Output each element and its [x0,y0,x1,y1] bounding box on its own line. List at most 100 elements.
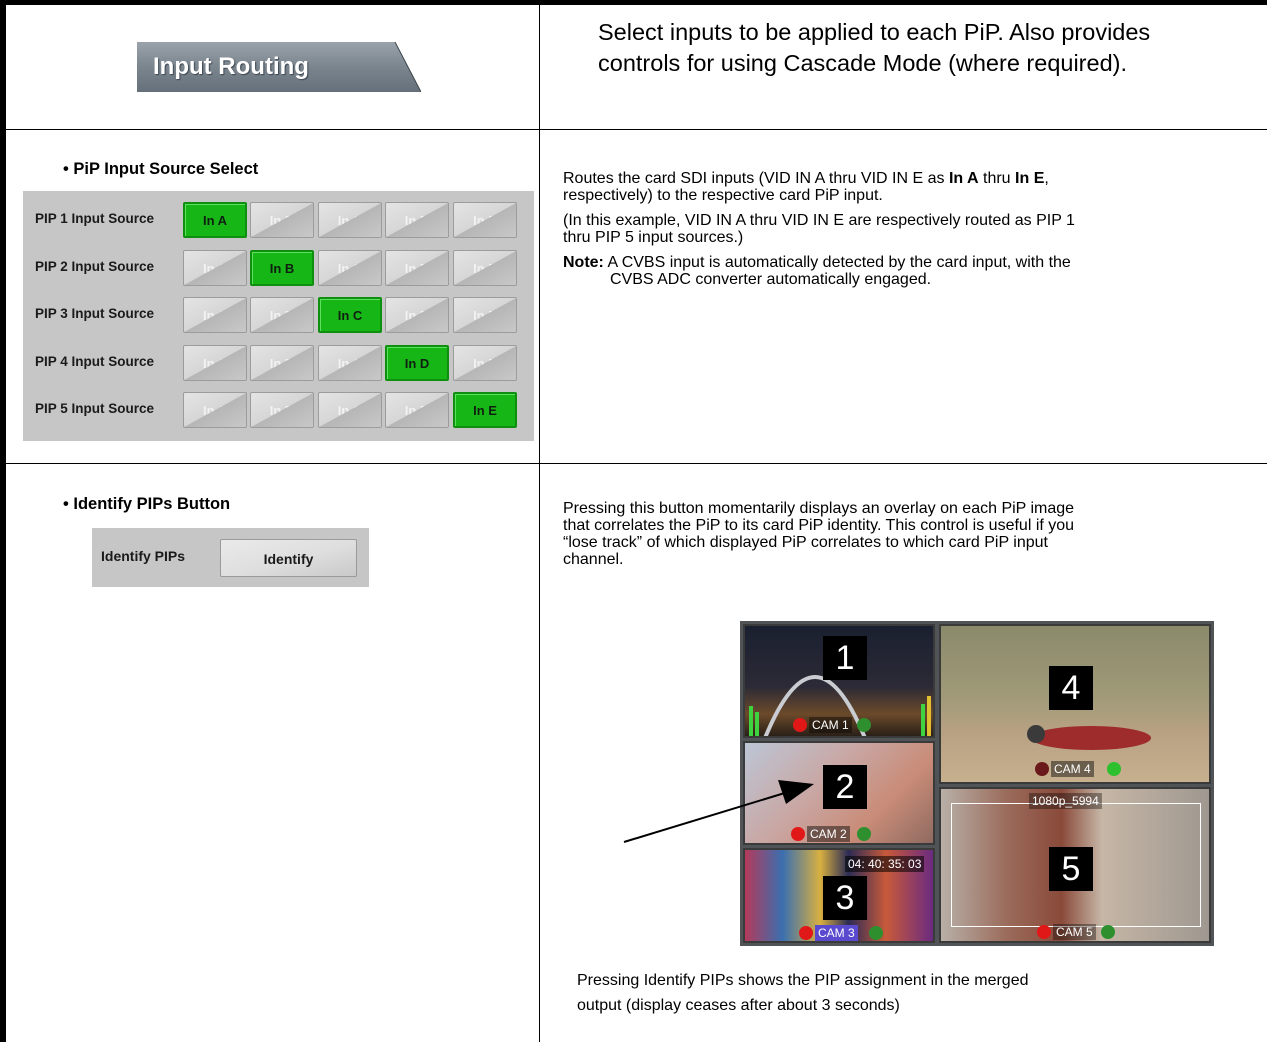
pip-3-source-in-e-button[interactable]: In E [453,297,517,333]
tally-green-icon [857,827,871,841]
button-shade [454,203,516,237]
column-divider [539,0,540,1042]
pip-row-2: PIP 2 Input Source In A In B In CIn DIn E [23,245,534,291]
pip-2-source-in-d-button[interactable]: In D [385,249,449,286]
pip-5-source-in-d-button[interactable]: In D [385,392,449,428]
identify-description: Pressing this button momentarily display… [563,500,1075,568]
pip-4-source-in-e-button[interactable]: In E [453,344,517,381]
identify-section-heading: • Identify PIPs Button [63,495,231,513]
pip-row-5: PIP 5 Input Source In AIn BIn CIn D In E [23,387,534,433]
pip-1-source-in-d-button[interactable]: In D [385,202,449,238]
header-description: Select inputs to be applied to each PiP.… [598,19,1151,76]
pip-tile-3: 04: 40: 35: 03 3 CAM 3 [743,848,935,943]
tally-green-icon [1101,925,1115,939]
pip-2-source-in-a-button[interactable]: In A [183,249,247,286]
table-left-border [0,0,6,1042]
pip-row-label: PIP 2 Input Source [35,258,155,274]
source-option-label: In E [473,403,497,418]
tally-green-icon [1107,762,1121,776]
pip-1-source-in-a-button[interactable]: In A [183,202,247,238]
pip-row-1: PIP 1 Input Source In A In BIn CIn DIn E [23,197,534,243]
row-divider [0,463,1267,464]
timecode: 04: 40: 35: 03 [845,856,925,872]
identify-panel: Identify PIPs Identify [92,528,369,587]
pip-2-source-in-b-button[interactable]: In B [250,249,314,286]
identify-label: Identify PIPs [101,548,186,564]
input-routing-tab[interactable]: Input Routing [137,42,421,92]
pip-description: Routes the card SDI inputs (VID IN A thr… [563,170,1075,288]
pip-input-panel: PIP 1 Input SourceIn AIn BIn CIn DIn EPI… [23,191,534,441]
pip-number: 1 [823,636,867,680]
button-shade [184,345,246,380]
pip-5-source-in-a-button[interactable]: In A [183,392,247,428]
image-caption: Pressing Identify PIPs shows the PIP ass… [577,972,1029,1014]
pip-row-label: PIP 4 Input Source [35,353,155,369]
pip-5-source-in-e-button[interactable]: In E [453,392,517,428]
pip-tile-4: 4 CAM 4 [939,624,1211,784]
source-option-label: In D [404,355,430,371]
button-shade [251,345,313,380]
tally-green-icon [869,926,883,940]
row-divider [0,129,1267,130]
button-shade [184,250,246,285]
pip-tile-1: 1 CAM 1 [743,624,935,738]
callout-arrow-icon [623,780,814,843]
tally-green-icon [857,718,871,732]
pip-5-source-in-c-button[interactable]: In C [318,392,382,428]
tally-red-icon [799,926,813,940]
button-shade [454,298,516,332]
pip-3-source-in-c-button[interactable]: In C [318,297,382,333]
pip-number: 5 [1049,847,1093,891]
tab-label: Input Routing [153,53,309,80]
format-label: 1080p_5994 [1029,793,1102,809]
pip-3-source-in-b-button[interactable]: In B [250,297,314,333]
pip-4-source-in-c-button[interactable]: In C [318,344,382,381]
button-shade [184,298,246,332]
button-shade [454,250,516,285]
cam-label: CAM 3 [815,925,858,941]
pip-1-source-in-c-button[interactable]: In C [318,202,382,238]
button-shade [319,345,381,380]
pip-row-3: PIP 3 Input Source In AIn B In C In DIn E [23,292,534,338]
button-shade [319,250,381,285]
pip-section-heading: • PiP Input Source Select [63,160,259,178]
button-shade [184,393,246,427]
pip-4-source-in-b-button[interactable]: In B [250,344,314,381]
pip-3-source-in-a-button[interactable]: In A [183,297,247,333]
pip-number: 4 [1049,666,1093,710]
button-shade [319,203,381,237]
pip-row-4: PIP 4 Input Source In AIn BIn C In D In E [23,340,534,386]
cam-label: CAM 4 [1051,761,1094,777]
pip-row-label: PIP 3 Input Source [35,306,155,321]
pip-number: 2 [823,765,867,809]
table-top-border [0,0,1267,5]
pip-4-source-in-d-button[interactable]: In D [385,344,449,381]
button-shade [251,298,313,332]
pip-1-source-in-b-button[interactable]: In B [250,202,314,238]
pip-2-source-in-c-button[interactable]: In C [318,249,382,286]
note-label: Note: [563,254,604,271]
pip-row-label: PIP 1 Input Source [35,211,155,226]
pip-2-source-in-e-button[interactable]: In E [453,249,517,286]
pip-number: 3 [823,876,867,920]
pip-1-source-in-e-button[interactable]: In E [453,202,517,238]
button-shade [251,203,313,237]
tally-red-icon [1037,925,1051,939]
cam-label: CAM 1 [809,717,852,733]
pip-5-source-in-b-button[interactable]: In B [250,392,314,428]
source-option-label: In B [269,260,295,276]
button-shade [251,393,313,427]
pip-3-source-in-d-button[interactable]: In D [385,297,449,333]
button-shade [386,298,448,332]
identify-button[interactable]: Identify [220,539,357,577]
source-option-label: In C [337,308,363,323]
pip-tile-5: 1080p_5994 5 CAM 5 [939,787,1211,943]
button-shade [454,345,516,380]
tally-red-icon [1035,762,1049,776]
button-shade [319,393,381,427]
tally-red-icon [793,718,807,732]
pip-row-label: PIP 5 Input Source [35,401,155,416]
pip-4-source-in-a-button[interactable]: In A [183,344,247,381]
cam-label: CAM 5 [1053,924,1096,940]
source-option-label: In A [202,213,228,228]
